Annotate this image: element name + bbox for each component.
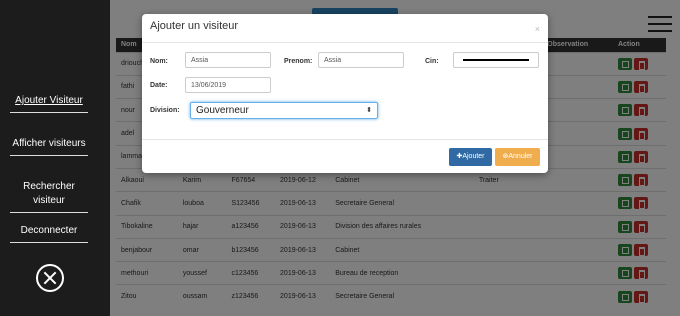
prenom-label: Prenom: (284, 58, 313, 65)
modal-title: Ajouter un visiteur (150, 20, 239, 32)
prenom-input[interactable]: Assia (318, 52, 404, 68)
division-selected-value: Gouverneur (196, 105, 249, 116)
modal-close-button[interactable]: × (535, 24, 540, 34)
nom-label: Nom: (150, 58, 168, 65)
date-label: Date: (150, 82, 168, 89)
sidebar-item-afficher-visiteurs[interactable]: Afficher visiteurs (10, 137, 88, 156)
ajouter-button[interactable]: ✚Ajouter (449, 148, 492, 166)
close-icon[interactable] (36, 264, 64, 292)
sidebar-item-ajouter-visiteur[interactable]: Ajouter Visiteur (10, 94, 88, 113)
modal-header: Ajouter un visiteur × (142, 14, 548, 43)
sidebar: Ajouter Visiteur Afficher visiteurs Rech… (0, 0, 110, 316)
cin-label: Cin: (425, 58, 439, 65)
add-visitor-modal: Ajouter un visiteur × Nom: Assia Prenom:… (142, 14, 548, 173)
date-input[interactable]: 13/06/2019 (185, 77, 271, 93)
division-label: Division: (150, 107, 180, 114)
cin-input[interactable] (453, 52, 539, 68)
cin-value-redacted (463, 59, 529, 61)
annuler-button[interactable]: ⊗Annuler (495, 148, 540, 166)
sidebar-item-deconnecter[interactable]: Deconnecter (10, 224, 88, 243)
nom-input[interactable]: Assia (185, 52, 271, 68)
chevron-updown-icon: ⬍ (366, 107, 372, 114)
sidebar-item-rechercher-visiteur[interactable]: Rechercher visiteur (10, 180, 88, 213)
division-select[interactable]: Gouverneur ⬍ (190, 102, 378, 119)
